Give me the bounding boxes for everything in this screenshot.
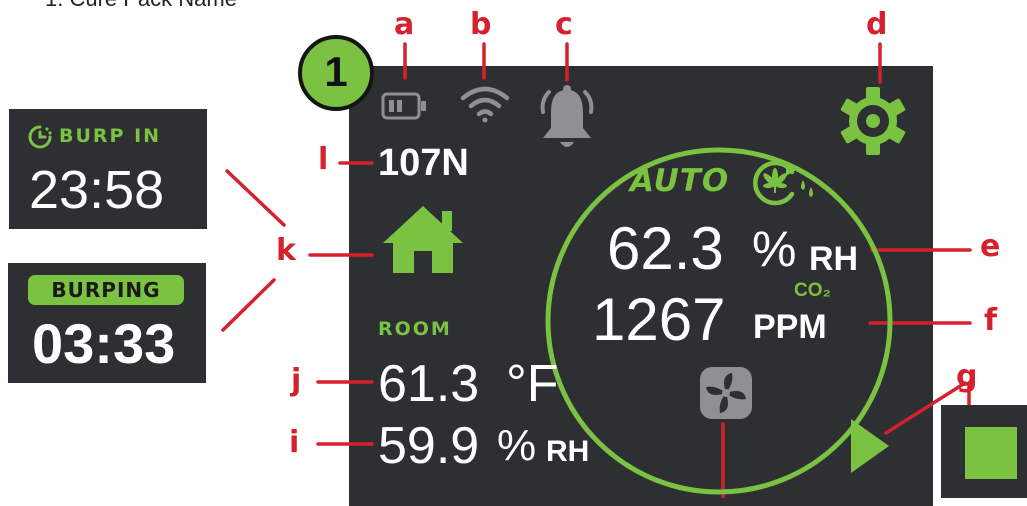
cure-pack-number-badge: 1	[298, 35, 374, 111]
humidity-rh-unit: RH	[809, 240, 859, 278]
callout-f: f	[984, 303, 998, 338]
callout-j: j	[291, 363, 302, 398]
co2-value: 1267	[592, 286, 726, 353]
co2-ppm-unit: PPM	[753, 308, 827, 346]
humidity-percent-symbol: %	[752, 221, 797, 277]
callout-b: b	[470, 7, 492, 42]
stop-icon[interactable]	[965, 427, 1017, 479]
play-icon[interactable]	[849, 417, 891, 475]
home-icon[interactable]	[380, 203, 466, 275]
callout-c: c	[555, 7, 573, 42]
callout-e: e	[980, 229, 1001, 264]
room-humidity-percent-symbol: %	[497, 421, 537, 470]
wifi-icon	[460, 86, 510, 123]
room-temperature-unit: °F	[506, 355, 559, 413]
bell-icon	[540, 85, 594, 147]
room-humidity-rh-unit: RH	[546, 435, 590, 468]
cannabis-refresh-icon[interactable]	[748, 158, 816, 208]
callout-d: d	[866, 7, 888, 42]
stop-panel	[941, 405, 1027, 498]
callout-k: k	[276, 233, 296, 268]
co2-label: CO₂	[794, 280, 831, 301]
pack-name: 107N	[378, 142, 469, 184]
callout-g: g	[956, 359, 978, 394]
room-temperature-value: 61.3	[378, 355, 480, 413]
humidity-value: 62.3	[607, 215, 724, 282]
auto-mode-label: AUTO	[630, 163, 730, 199]
fan-icon[interactable]	[698, 365, 754, 421]
callout-l: l	[318, 142, 329, 177]
battery-icon	[381, 92, 426, 120]
room-humidity-value: 59.9	[378, 417, 480, 475]
callout-a: a	[394, 7, 415, 42]
callout-i: i	[289, 425, 300, 460]
room-label: ROOM	[378, 318, 452, 340]
